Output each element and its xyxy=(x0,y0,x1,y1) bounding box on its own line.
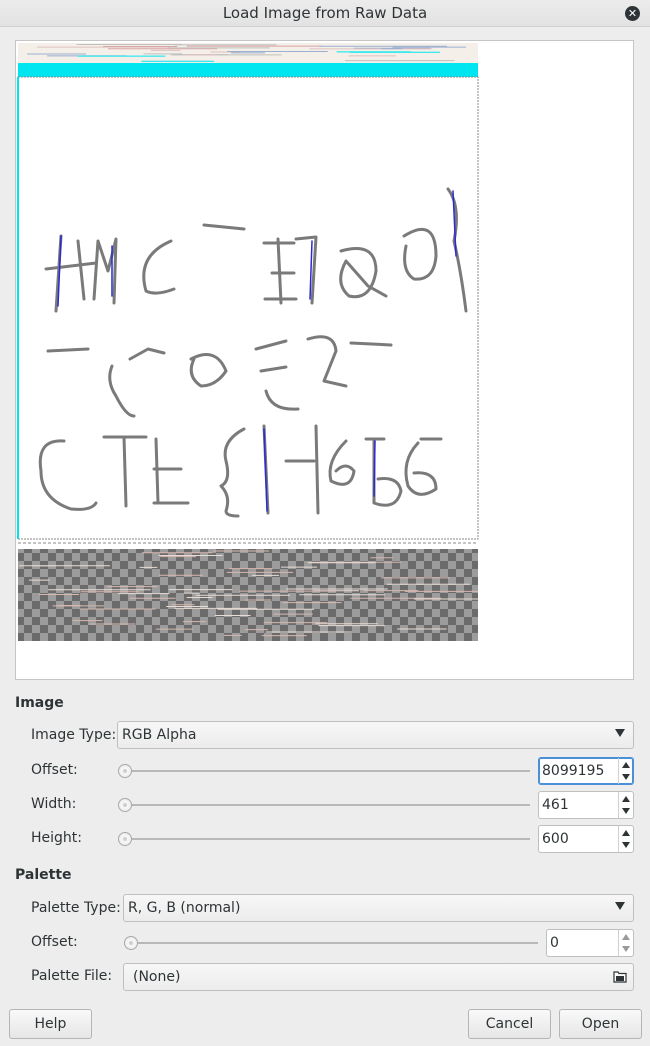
palette-offset-value: 0 xyxy=(550,935,559,951)
decrement-icon[interactable] xyxy=(622,842,630,848)
title-bar: Load Image from Raw Data ✕ xyxy=(0,0,650,27)
chevron-down-icon xyxy=(615,902,625,910)
decrement-icon[interactable] xyxy=(622,808,630,814)
help-button[interactable]: Help xyxy=(9,1009,92,1039)
close-icon[interactable]: ✕ xyxy=(625,6,640,21)
offset-value: 8099195 xyxy=(542,763,605,779)
palette-offset-spinbutton[interactable]: 0 xyxy=(546,929,634,957)
palette-file-chooser[interactable]: (None) xyxy=(123,963,634,991)
decrement-icon[interactable] xyxy=(622,946,630,952)
offset-slider-track[interactable] xyxy=(120,770,530,772)
dialog-title: Load Image from Raw Data xyxy=(222,4,428,22)
raw-image-preview xyxy=(17,43,479,641)
height-slider-track[interactable] xyxy=(120,838,530,840)
height-spinbutton[interactable]: 600 xyxy=(538,825,634,853)
width-stepper xyxy=(618,792,633,818)
palette-file-label: Palette File: xyxy=(31,968,113,984)
palette-type-dropdown[interactable]: R, G, B (normal) xyxy=(123,894,634,922)
palette-type-label: Palette Type: xyxy=(31,900,121,916)
cancel-button[interactable]: Cancel xyxy=(468,1009,551,1039)
palette-section-heading: Palette xyxy=(15,867,72,883)
image-section-heading: Image xyxy=(15,695,64,711)
palette-type-value: R, G, B (normal) xyxy=(128,900,241,916)
offset-stepper xyxy=(618,758,633,784)
image-type-label: Image Type: xyxy=(31,727,117,743)
height-slider-handle[interactable] xyxy=(118,832,132,846)
open-button[interactable]: Open xyxy=(559,1009,642,1039)
palette-offset-label: Offset: xyxy=(31,934,78,950)
width-spinbutton[interactable]: 461 xyxy=(538,791,634,819)
palette-file-value: (None) xyxy=(133,969,181,985)
palette-offset-slider-handle[interactable] xyxy=(124,936,138,950)
increment-icon[interactable] xyxy=(622,796,630,802)
image-type-value: RGB Alpha xyxy=(122,727,197,743)
increment-icon[interactable] xyxy=(622,762,630,768)
height-stepper xyxy=(618,826,633,852)
offset-label: Offset: xyxy=(31,762,78,778)
offset-slider-handle[interactable] xyxy=(118,764,132,778)
width-slider-track[interactable] xyxy=(120,804,530,806)
width-value: 461 xyxy=(542,797,569,813)
image-type-dropdown[interactable]: RGB Alpha xyxy=(117,721,634,749)
width-label: Width: xyxy=(31,796,77,812)
decrement-icon[interactable] xyxy=(622,774,630,780)
increment-icon[interactable] xyxy=(622,830,630,836)
offset-spinbutton[interactable]: 8099195 xyxy=(538,757,634,785)
folder-icon xyxy=(613,971,627,983)
palette-offset-slider-track[interactable] xyxy=(126,942,538,944)
load-raw-image-dialog: Load Image from Raw Data ✕ Image Image T… xyxy=(0,0,650,1046)
image-preview xyxy=(15,40,634,680)
increment-icon[interactable] xyxy=(622,934,630,940)
width-slider-handle[interactable] xyxy=(118,798,132,812)
palette-offset-stepper xyxy=(618,930,633,956)
height-value: 600 xyxy=(542,831,569,847)
chevron-down-icon xyxy=(615,729,625,737)
height-label: Height: xyxy=(31,830,82,846)
